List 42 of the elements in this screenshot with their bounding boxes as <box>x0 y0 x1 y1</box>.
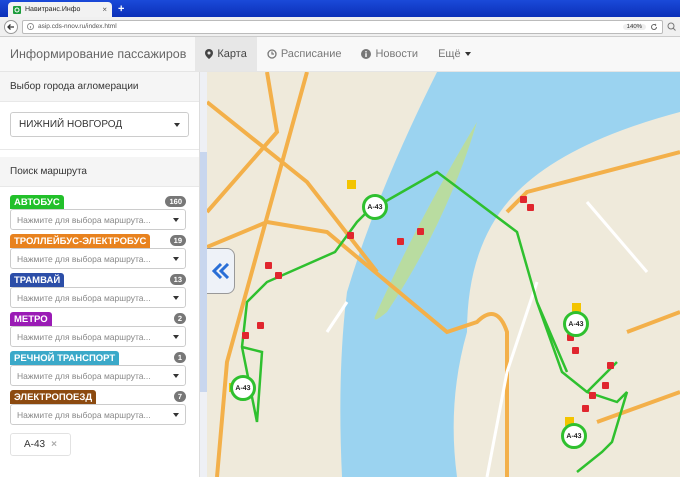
caret-icon <box>173 296 179 300</box>
caret-icon <box>173 374 179 378</box>
chip-label: А-43 <box>24 439 46 450</box>
caret-icon <box>464 52 471 56</box>
map-pin-icon <box>205 49 214 59</box>
back-icon[interactable] <box>4 20 18 34</box>
section-header: Выбор города агломерации <box>0 72 199 102</box>
double-chevron-icon <box>212 263 230 279</box>
caret-icon <box>173 256 179 260</box>
route-select[interactable]: Нажмите для выбора маршрута... <box>10 326 186 347</box>
nav-tab[interactable]: Новости <box>351 37 428 71</box>
route-select[interactable]: Нажмите для выбора маршрута... <box>10 209 186 230</box>
nav-tab[interactable]: Карта <box>195 37 257 71</box>
route-select[interactable]: Нажмите для выбора маршрута... <box>10 404 186 425</box>
caret-icon <box>174 122 180 126</box>
transport-tag: ТРОЛЛЕЙБУС-ЭЛЕКТРОБУС <box>10 234 150 248</box>
transport-tag: ЭЛЕКТРОПОЕЗД <box>10 390 96 404</box>
search-icon[interactable] <box>667 22 676 31</box>
nav-tab[interactable]: Расписание <box>256 37 352 71</box>
caret-icon <box>173 412 179 416</box>
site-title: Информирование пассажиров <box>10 46 186 63</box>
reload-icon[interactable] <box>650 22 658 30</box>
route-select[interactable]: Нажмите для выбора маршрута... <box>10 365 186 386</box>
caret-icon <box>173 334 179 338</box>
clock-icon <box>266 49 277 59</box>
close-tab-button[interactable]: × <box>102 5 107 14</box>
info-icon <box>361 49 372 59</box>
caret-icon <box>173 218 179 222</box>
new-tab-button[interactable]: + <box>118 2 124 17</box>
info-icon <box>27 23 34 30</box>
scrollbar-thumb[interactable] <box>200 152 207 392</box>
city-select[interactable]: НИЖНИЙ НОВГОРОД <box>10 112 189 137</box>
collapse-button[interactable] <box>207 248 235 294</box>
route-select[interactable]: Нажмите для выбора маршрута... <box>10 248 186 269</box>
route-select[interactable]: Нажмите для выбора маршрута... <box>10 287 186 308</box>
transport-tag: РЕЧНОЙ ТРАНСПОРТ <box>10 351 120 365</box>
transport-tag: АВТОБУС <box>10 195 64 209</box>
transport-tag: ТРАМВАЙ <box>10 273 64 287</box>
transport-tag: МЕТРО <box>10 312 52 326</box>
site-icon <box>13 6 21 14</box>
section-header: Поиск маршрута <box>0 157 199 187</box>
nav-tab[interactable]: Ещё <box>428 37 481 71</box>
